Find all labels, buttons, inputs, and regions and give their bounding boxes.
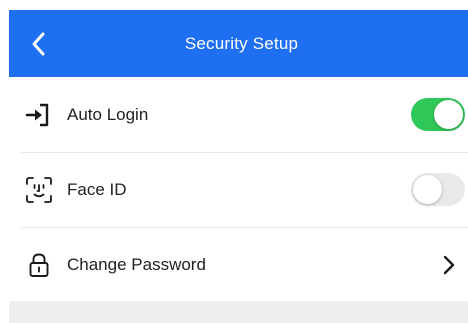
setting-row-change-password[interactable]: Change Password: [9, 227, 468, 302]
back-button[interactable]: [19, 10, 59, 77]
face-id-icon: [24, 175, 54, 205]
setting-label: Change Password: [67, 254, 206, 274]
settings-list: Auto Login Face ID Change Password: [9, 77, 468, 302]
setting-row-auto-login: Auto Login: [9, 77, 468, 152]
toggle-knob: [413, 175, 442, 204]
chevron-left-icon: [32, 32, 45, 55]
lock-icon: [24, 250, 54, 280]
status-strip: [0, 0, 468, 10]
chevron-right-icon: [440, 250, 458, 280]
face-id-toggle[interactable]: [411, 173, 465, 206]
header-bar: Security Setup: [9, 10, 468, 77]
setting-label: Auto Login: [67, 104, 149, 124]
section-spacer: [9, 301, 468, 323]
page-title: Security Setup: [184, 33, 299, 53]
login-arrow-icon: [24, 100, 54, 130]
security-setup-screen: Security Setup Auto Login Face ID Change…: [0, 0, 468, 323]
setting-row-face-id: Face ID: [9, 152, 468, 227]
toggle-knob: [434, 100, 463, 129]
auto-login-toggle[interactable]: [411, 98, 465, 131]
setting-label: Face ID: [67, 179, 127, 199]
